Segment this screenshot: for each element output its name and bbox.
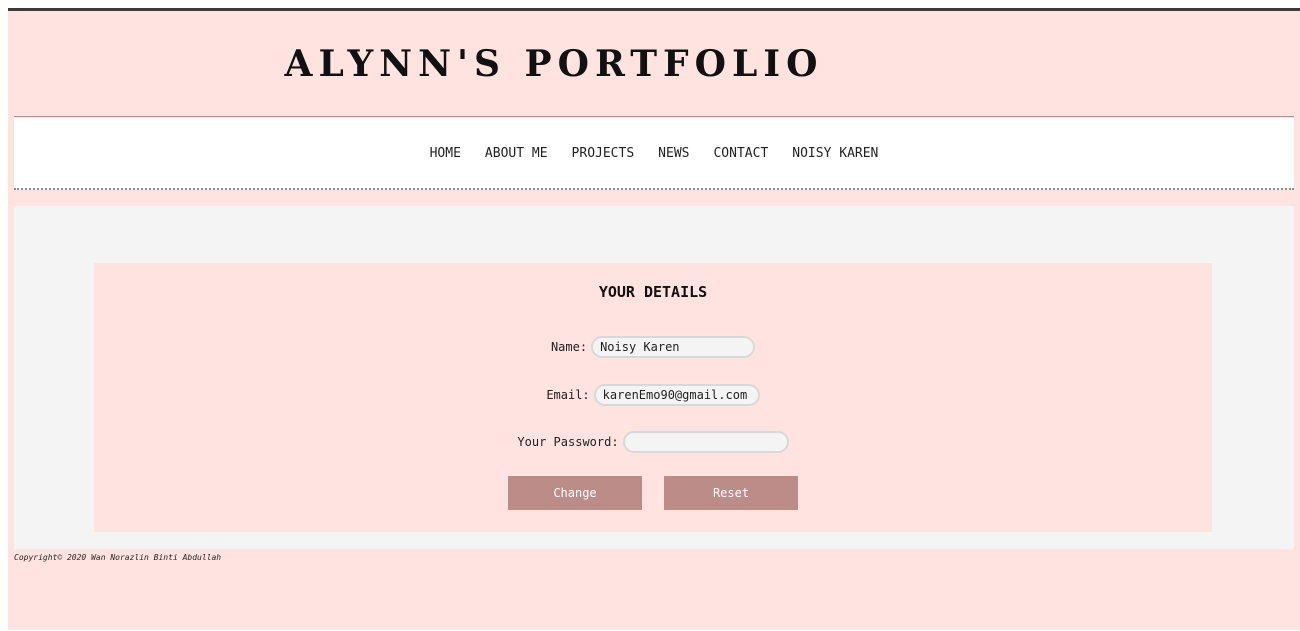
reset-button[interactable]: Reset (664, 476, 798, 510)
password-input[interactable] (622, 431, 789, 453)
nav-noisy-karen[interactable]: NOISY KAREN (780, 146, 890, 161)
email-row: Email: (94, 383, 1212, 407)
email-label: Email: (546, 388, 590, 402)
email-input[interactable] (593, 384, 760, 406)
password-row: Your Password: (94, 430, 1212, 454)
copyright-text: Copyright© 2020 Wan Norazlin Binti Abdul… (14, 553, 222, 562)
nav-projects[interactable]: PROJECTS (560, 146, 647, 161)
name-row: Name: (94, 335, 1212, 359)
name-label: Name: (550, 340, 588, 354)
nav-about-me[interactable]: ABOUT ME (473, 146, 560, 161)
change-button[interactable]: Change (508, 476, 642, 510)
form-heading: YOUR DETAILS (598, 283, 708, 301)
nav-home[interactable]: HOME (418, 146, 473, 161)
password-label: Your Password: (517, 435, 619, 449)
name-input[interactable] (591, 336, 756, 358)
main-nav: HOME ABOUT ME PROJECTS NEWS CONTACT NOIS… (14, 118, 1294, 190)
form-buttons: Change Reset (94, 476, 1212, 510)
page: ALYNN'S PORTFOLIO HOME ABOUT ME PROJECTS… (8, 8, 1300, 630)
nav-news[interactable]: NEWS (646, 146, 701, 161)
details-form: YOUR DETAILS Name: Email: Your Password:… (94, 263, 1212, 532)
site-title: ALYNN'S PORTFOLIO (284, 43, 824, 85)
content-area: YOUR DETAILS Name: Email: Your Password:… (14, 206, 1294, 549)
nav-contact[interactable]: CONTACT (701, 146, 780, 161)
title-divider (14, 116, 1294, 117)
